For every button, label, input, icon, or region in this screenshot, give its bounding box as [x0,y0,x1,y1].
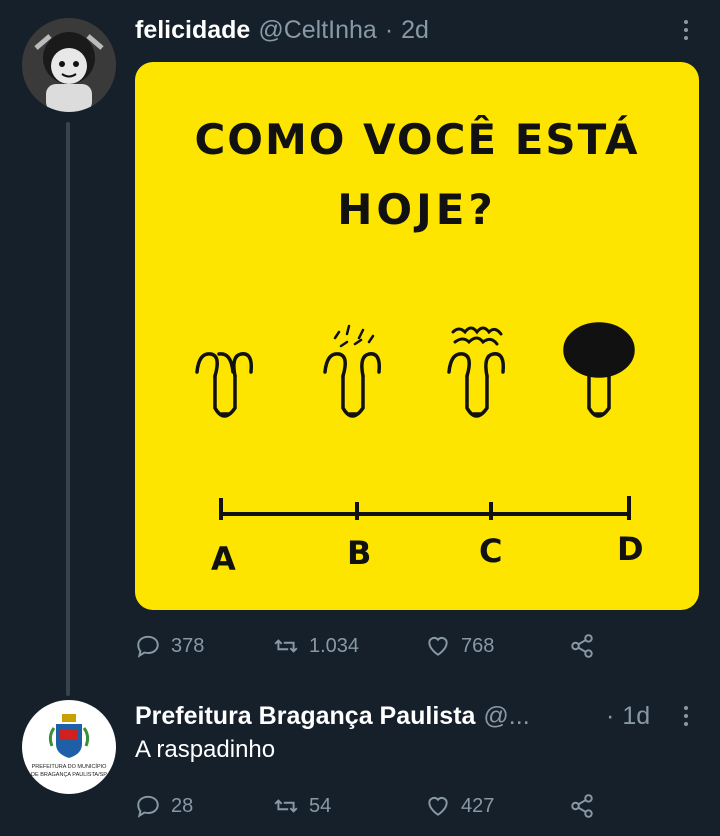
like-icon [428,636,448,656]
meme-drawing: COMO VOCÊ ESTÁ HOJE? A B C D [194,114,644,578]
avatar-caption: PREFEITURA DO MUNICÍPIO [32,763,108,770]
reply-tweet-time: · 1d [606,698,650,734]
display-name-prefeitura[interactable]: Prefeitura Bragança Paulista [135,702,475,731]
question-line-1: COMO VOCÊ ESTÁ [194,114,639,164]
tweet-felicidade[interactable]: felicidade @CeltInha · 2d COMO VOCÊ ESTÁ… [0,0,720,696]
figure-d [563,322,635,418]
separator-dot: · [384,15,394,44]
figures [195,322,635,418]
retweet-icon [274,799,298,813]
like-count: 768 [461,634,495,657]
question-line-2: HOJE? [337,185,497,234]
more-icon[interactable] [676,698,696,734]
tweet-text: A raspadinho [135,736,276,763]
reply-icon [137,635,159,658]
figure-b [323,324,382,418]
avatar-felicidade[interactable] [22,18,116,112]
separator-dot-2: · [606,701,615,730]
user-handle[interactable]: @CeltInha [258,16,377,45]
scale-label-d: D [617,530,644,568]
reply-button-2[interactable]: 28 [135,793,193,819]
share-button-2[interactable] [569,793,595,819]
figure-c [447,326,506,418]
reply-icon [137,795,159,818]
retweet-button-2[interactable]: 54 [273,793,331,819]
cartoon-avatar-icon [22,18,116,112]
tweet-image[interactable]: COMO VOCÊ ESTÁ HOJE? A B C D [135,62,699,610]
retweet-count: 1.034 [309,634,360,657]
like-icon [428,796,448,816]
timestamp-2[interactable]: 1d [622,702,650,731]
scale-line [219,496,631,520]
scale-label-b: B [347,534,371,572]
reply-tweet-header: Prefeitura Bragança Paulista @... [135,698,530,734]
like-button[interactable]: 768 [425,633,494,659]
retweet-icon [274,639,298,653]
share-icon [571,634,593,658]
reply-count-2: 28 [171,794,194,817]
tweet-header: felicidade @CeltInha · 2d [135,12,429,48]
avatar-prefeitura[interactable]: PREFEITURA DO MUNICÍPIO DE BRAGANÇA PAUL… [22,700,116,794]
reply-count: 378 [171,634,205,657]
like-count-2: 427 [461,794,495,817]
scale-label-c: C [479,532,502,570]
retweet-count-2: 54 [309,794,332,817]
avatar-caption-2: DE BRAGANÇA PAULISTA/SP [31,772,107,778]
reply-button[interactable]: 378 [135,633,204,659]
more-icon[interactable] [676,12,696,48]
share-button[interactable] [569,633,595,659]
share-icon [571,794,593,818]
timestamp[interactable]: 2d [401,16,429,45]
thread-line [66,122,70,696]
display-name[interactable]: felicidade [135,16,250,45]
scale-labels: A B C D [211,530,644,578]
like-button-2[interactable]: 427 [425,793,494,819]
scale-label-a: A [211,540,236,578]
coat-of-arms-icon: PREFEITURA DO MUNICÍPIO DE BRAGANÇA PAUL… [31,714,108,778]
retweet-button[interactable]: 1.034 [273,633,359,659]
figure-a [195,352,254,418]
user-handle-prefeitura[interactable]: @... [483,702,529,731]
